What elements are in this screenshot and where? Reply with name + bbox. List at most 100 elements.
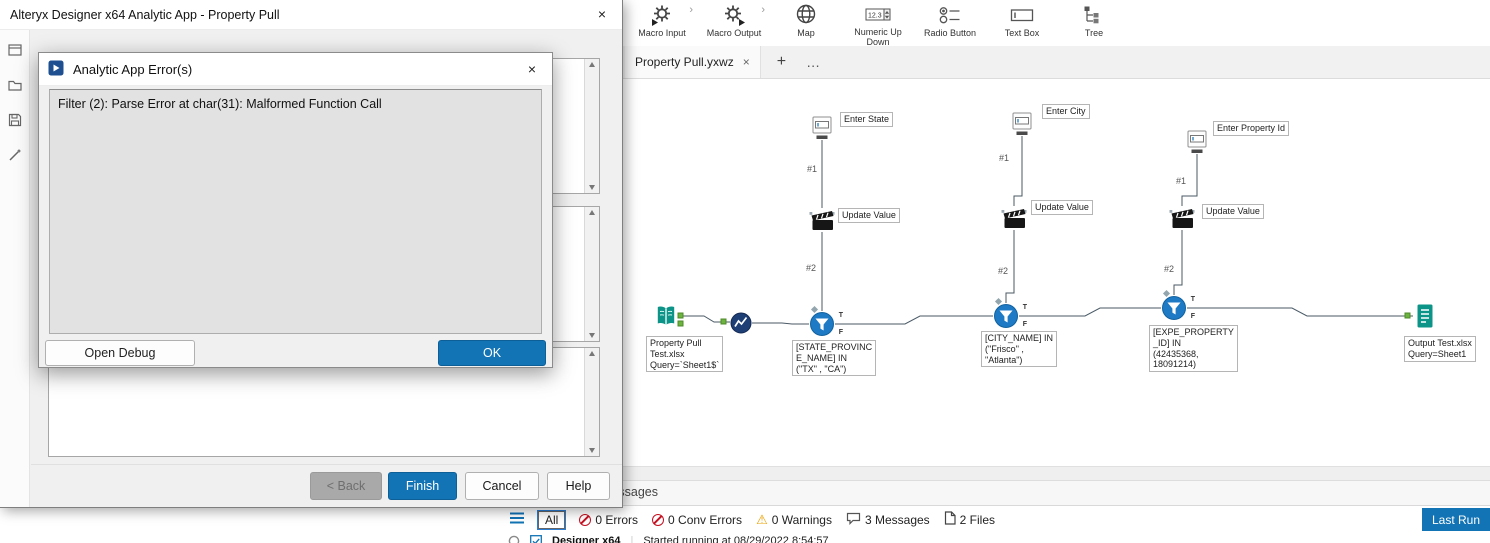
annotation-enter-property-id[interactable]: Enter Property Id [1213,121,1290,136]
connection-label: #1 [999,153,1010,163]
filter-tool-property-id[interactable]: T F [1161,289,1195,321]
conv-errors-filter-button[interactable]: 0 Conv Errors [652,513,742,527]
divider [31,464,622,465]
palette-tool-text-box[interactable]: Text Box [986,0,1058,46]
palette-tool-macro-output[interactable]: Macro Output › [698,0,770,46]
palette-tool-numeric-up-down[interactable]: 12.3 Numeric Up Down [842,0,914,48]
files-filter-button[interactable]: 2 Files [944,511,995,528]
help-button[interactable]: Help [547,472,610,500]
finish-button[interactable]: Finish [388,472,457,500]
textbox-tool-city[interactable] [1012,112,1032,141]
action-tool-city[interactable] [1001,206,1027,235]
true-anchor[interactable]: T [1191,296,1195,303]
open-debug-button[interactable]: Open Debug [45,340,195,366]
filter-all-button[interactable]: All [538,510,566,529]
error-dialog-title-bar[interactable]: Analytic App Error(s) [39,53,552,86]
palette-tool-map[interactable]: Map [770,0,842,46]
analytic-app-errors-dialog: Analytic App Error(s) × Filter (2): Pars… [38,52,553,368]
true-anchor[interactable]: T [839,312,843,319]
palette-label: Map [797,28,815,38]
filter-tool-city[interactable]: T F [993,297,1027,329]
conv-error-icon [652,513,665,526]
tab-title: Property Pull.yxwz [635,55,734,69]
last-run-button[interactable]: Last Run [1421,508,1490,531]
scroll-up-icon[interactable] [589,62,595,67]
text-box-icon [1010,2,1034,27]
new-tab-button[interactable]: + [777,53,786,71]
annotation-filter-city[interactable]: [CITY_NAME] IN ("Frisco" , "Atlanta") [981,331,1058,368]
annotation-enter-state[interactable]: Enter State [840,112,894,127]
true-anchor[interactable]: T [1023,304,1027,311]
connection-label: #2 [806,263,817,273]
palette-label: Numeric Up Down [854,27,902,48]
errors-filter-button[interactable]: 0 Errors [579,513,638,527]
error-message: Filter (2): Parse Error at char(31): Mal… [58,97,382,111]
scroll-up-icon[interactable] [589,351,595,356]
tab-close-icon[interactable]: × [743,55,750,69]
analytic-app-icon [48,60,64,79]
browse-tool[interactable] [730,312,752,339]
chevron-right-icon[interactable]: › [761,4,765,16]
dialog-title: Alteryx Designer x64 Analytic App - Prop… [10,7,280,22]
checkbox-icon[interactable] [530,535,542,543]
annotation-update-value[interactable]: Update Value [1031,200,1093,215]
palette-tool-macro-input[interactable]: Macro Input › [626,0,698,46]
save-icon[interactable] [7,112,23,133]
annotation-update-value[interactable]: Update Value [838,208,900,223]
numeric-updown-icon: 12.3 [865,2,891,26]
dialog-title-bar[interactable]: Alteryx Designer x64 Analytic App - Prop… [0,0,622,30]
scroll-down-icon[interactable] [589,333,595,338]
input-data-tool[interactable] [655,303,677,334]
scrollbar[interactable] [584,59,599,193]
chevron-right-icon[interactable]: › [689,4,693,16]
false-anchor[interactable]: F [1191,313,1195,320]
connection-label: #1 [807,164,818,174]
tab-overflow-button[interactable]: … [806,54,821,70]
annotation-filter-property-id[interactable]: [EXPE_PROPERTY _ID] IN (42435368, 180912… [1149,325,1238,373]
messages-filter-button[interactable]: 3 Messages [846,512,930,528]
annotation-filter-state[interactable]: [STATE_PROVINC E_NAME] IN ("TX" , "CA") [792,340,877,377]
annotation-update-value[interactable]: Update Value [1202,204,1264,219]
textbox-tool-state[interactable] [812,116,832,145]
message-list-icon[interactable] [510,512,524,527]
output-data-tool[interactable] [1414,303,1436,334]
scrollbar[interactable] [584,207,599,341]
palette-tool-radio-button[interactable]: Radio Button [914,0,986,46]
run-status-row: Designer x64 | Started running at 08/29/… [0,533,1490,543]
errors-count: 0 Errors [595,512,639,527]
annotation-output-data[interactable]: Output Test.xlsx Query=Sheet1 [1404,336,1476,362]
close-icon[interactable]: × [598,6,606,22]
ok-button[interactable]: OK [438,340,546,366]
annotation-enter-city[interactable]: Enter City [1042,104,1090,119]
warnings-count: 0 Warnings [771,512,832,527]
error-icon [579,513,592,526]
cancel-button[interactable]: Cancel [465,472,539,500]
scrollbar[interactable] [584,348,599,456]
palette-tool-tree[interactable]: Tree [1058,0,1130,46]
window-icon[interactable] [7,42,23,63]
close-icon[interactable]: × [528,61,536,77]
connection-label: #2 [998,266,1009,276]
annotation-input-data[interactable]: Property Pull Test.xlsx Query=`Sheet1$` [646,336,724,373]
false-anchor[interactable]: F [1023,321,1027,328]
globe-icon [794,2,818,27]
scroll-down-icon[interactable] [589,185,595,190]
filter-tool-state[interactable]: T F [809,305,843,337]
interface-side-toolbar [0,30,30,507]
svg-text:12.3: 12.3 [868,13,882,20]
warnings-filter-button[interactable]: ⚠ 0 Warnings [756,513,832,527]
connection-label: #2 [1164,264,1175,274]
scroll-up-icon[interactable] [589,210,595,215]
textbox-tool-property-id[interactable] [1187,130,1207,159]
palette-label: Text Box [1004,28,1040,38]
error-message-box[interactable]: Filter (2): Parse Error at char(31): Mal… [49,89,542,334]
scroll-down-icon[interactable] [589,448,595,453]
action-tool-property-id[interactable] [1169,206,1195,235]
folder-icon[interactable] [7,77,23,98]
false-anchor[interactable]: F [839,329,843,336]
wand-icon[interactable] [7,147,23,168]
tab-property-pull[interactable]: Property Pull.yxwz × [625,46,761,78]
macro-input-icon [650,2,674,27]
action-tool-state[interactable] [809,208,835,237]
back-button[interactable]: < Back [310,472,382,500]
